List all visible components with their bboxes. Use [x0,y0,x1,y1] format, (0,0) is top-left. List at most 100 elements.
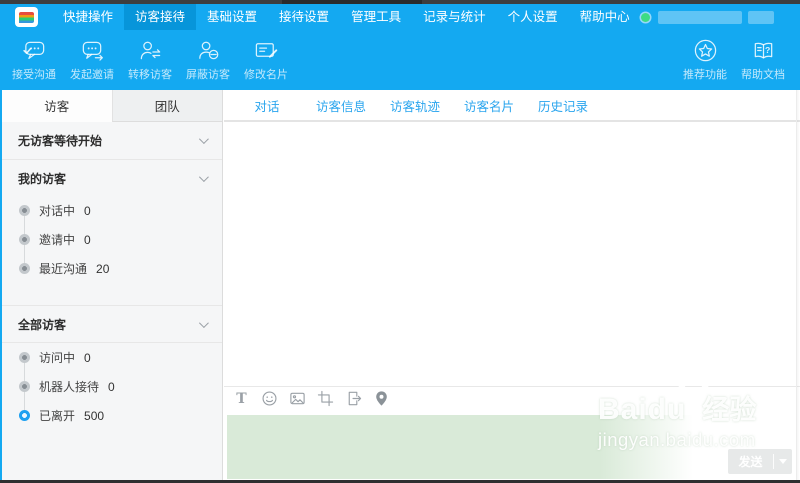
redacted-username [658,11,742,24]
watermark-brand-cn: 经验 [702,388,756,427]
section-no-visitor-waiting[interactable]: 无访客等待开始 [2,122,222,160]
star-circle-icon [693,38,718,63]
menu-item-personal-settings[interactable]: 个人设置 [497,4,569,30]
redacted-username-suffix [748,11,774,24]
chat-message-area [224,122,800,386]
chat-accept-icon [22,38,47,63]
tab-team[interactable]: 团队 [112,90,223,122]
screenshot-crop-icon [317,390,334,407]
tab-visitor-card[interactable]: 访客名片 [452,96,526,115]
tab-visitors[interactable]: 访客 [2,90,112,122]
tab-conversation[interactable]: 对话 [230,96,304,115]
all-visitors-list: 访问中 0 机器人接待 0 已离开 500 [2,343,222,430]
item-label: 对话中 [39,202,75,219]
status-bullet [19,381,30,392]
send-options-caret[interactable] [774,459,792,464]
location-pin-icon [373,390,390,407]
section-title: 我的访客 [18,170,66,187]
help-doc-icon: ? [751,38,776,63]
help-docs-button[interactable]: ? 帮助文档 [734,30,792,90]
baidu-jingyan-watermark: Baidu 经验 jingyan.baidu.com [598,388,794,451]
chevron-down-icon [199,134,209,144]
item-label: 访问中 [39,349,75,366]
detail-tabs: 对话 访客信息 访客轨迹 访客名片 历史记录 [224,90,800,122]
app-window: 快捷操作 访客接待 基础设置 接待设置 管理工具 记录与统计 个人设置 帮助中心 [0,0,800,483]
window-controls [794,4,800,30]
item-count: 0 [84,204,91,218]
section-title: 全部访客 [18,316,66,333]
main-panel: 对话 访客信息 访客轨迹 访客名片 历史记录 T [224,90,800,480]
visitor-block-icon [196,38,221,63]
toolbar-button-label: 推荐功能 [683,66,727,82]
section-title: 无访客等待开始 [18,132,102,149]
status-bullet-active [19,410,30,421]
text-format-button[interactable]: T [233,390,250,407]
menu-item-reception-settings[interactable]: 接待设置 [268,4,340,30]
menu-item-quick-actions[interactable]: 快捷操作 [52,4,124,30]
titlebar: 快捷操作 访客接待 基础设置 接待设置 管理工具 记录与统计 个人设置 帮助中心 [0,4,800,30]
section-my-visitors[interactable]: 我的访客 [2,160,222,196]
send-button-label: 发送 [728,453,773,470]
toolbar-button-label: 修改名片 [244,66,288,82]
toolbar-button-label: 发起邀请 [70,66,114,82]
item-count: 0 [108,380,115,394]
list-item-inviting[interactable]: 邀请中 0 [2,225,222,254]
item-label: 已离开 [39,407,75,424]
item-label: 邀请中 [39,231,75,248]
visitor-transfer-icon [138,38,163,63]
composer-input-area[interactable]: Baidu 经验 jingyan.baidu.com 发送 [224,410,800,480]
chat-invite-icon [80,38,105,63]
image-button[interactable] [289,390,306,407]
menu-item-help-center[interactable]: 帮助中心 [569,4,641,30]
menu-item-visitor-reception[interactable]: 访客接待 [124,4,196,30]
toolbar-left-group: 接受沟通 发起邀请 转移访客 [5,30,295,90]
minimize-button[interactable] [794,4,800,30]
tab-history[interactable]: 历史记录 [526,96,600,115]
transfer-visitor-button[interactable]: 转移访客 [121,30,179,90]
item-count: 0 [84,233,91,247]
accept-chat-button[interactable]: 接受沟通 [5,30,63,90]
card-edit-icon [254,38,279,63]
menu-item-basic-settings[interactable]: 基础设置 [196,4,268,30]
chevron-down-icon [199,172,209,182]
recommended-features-button[interactable]: 推荐功能 [676,30,734,90]
item-count: 20 [96,262,109,276]
watermark-url: jingyan.baidu.com [598,429,794,451]
send-invite-button[interactable]: 发起邀请 [63,30,121,90]
item-label: 机器人接待 [39,378,99,395]
list-item-in-conversation[interactable]: 对话中 0 [2,196,222,225]
emoji-button[interactable] [261,390,278,407]
item-count: 500 [84,409,104,423]
online-status-dot [641,13,650,22]
app-logo-icon [15,7,38,27]
menu-item-records-statistics[interactable]: 记录与统计 [412,4,497,30]
list-item-recent-chats[interactable]: 最近沟通 20 [2,254,222,283]
send-file-button[interactable] [345,390,362,407]
list-item-robot-reception[interactable]: 机器人接待 0 [2,372,222,401]
menu-item-management-tools[interactable]: 管理工具 [340,4,412,30]
section-all-visitors[interactable]: 全部访客 [2,305,222,343]
tab-visitor-trail[interactable]: 访客轨迹 [378,96,452,115]
list-item-left[interactable]: 已离开 500 [2,401,222,430]
app-body: 访客 团队 无访客等待开始 我的访客 对话中 0 邀请中 [0,90,800,480]
location-button[interactable] [373,390,390,407]
list-item-visiting[interactable]: 访问中 0 [2,343,222,372]
block-visitor-button[interactable]: 屏蔽访客 [179,30,237,90]
toolbar-right-group: 推荐功能 ? 帮助文档 [676,30,792,90]
edit-card-button[interactable]: 修改名片 [237,30,295,90]
emoji-icon [261,390,278,407]
watermark-brand: Baidu [598,393,686,427]
rainbow-bubble-icon [19,12,34,23]
visitor-sidebar: 访客 团队 无访客等待开始 我的访客 对话中 0 邀请中 [0,90,223,480]
svg-text:?: ? [765,45,770,55]
status-bullet [19,234,30,245]
status-bullet [19,352,30,363]
tab-visitor-info[interactable]: 访客信息 [304,96,378,115]
baidu-paw-icon [676,374,710,404]
chevron-down-icon [199,318,209,328]
toolbar-button-label: 屏蔽访客 [186,66,230,82]
send-button[interactable]: 发送 [728,449,792,474]
screenshot-button[interactable] [317,390,334,407]
window-right-edge [796,90,800,480]
status-bullet [19,205,30,216]
